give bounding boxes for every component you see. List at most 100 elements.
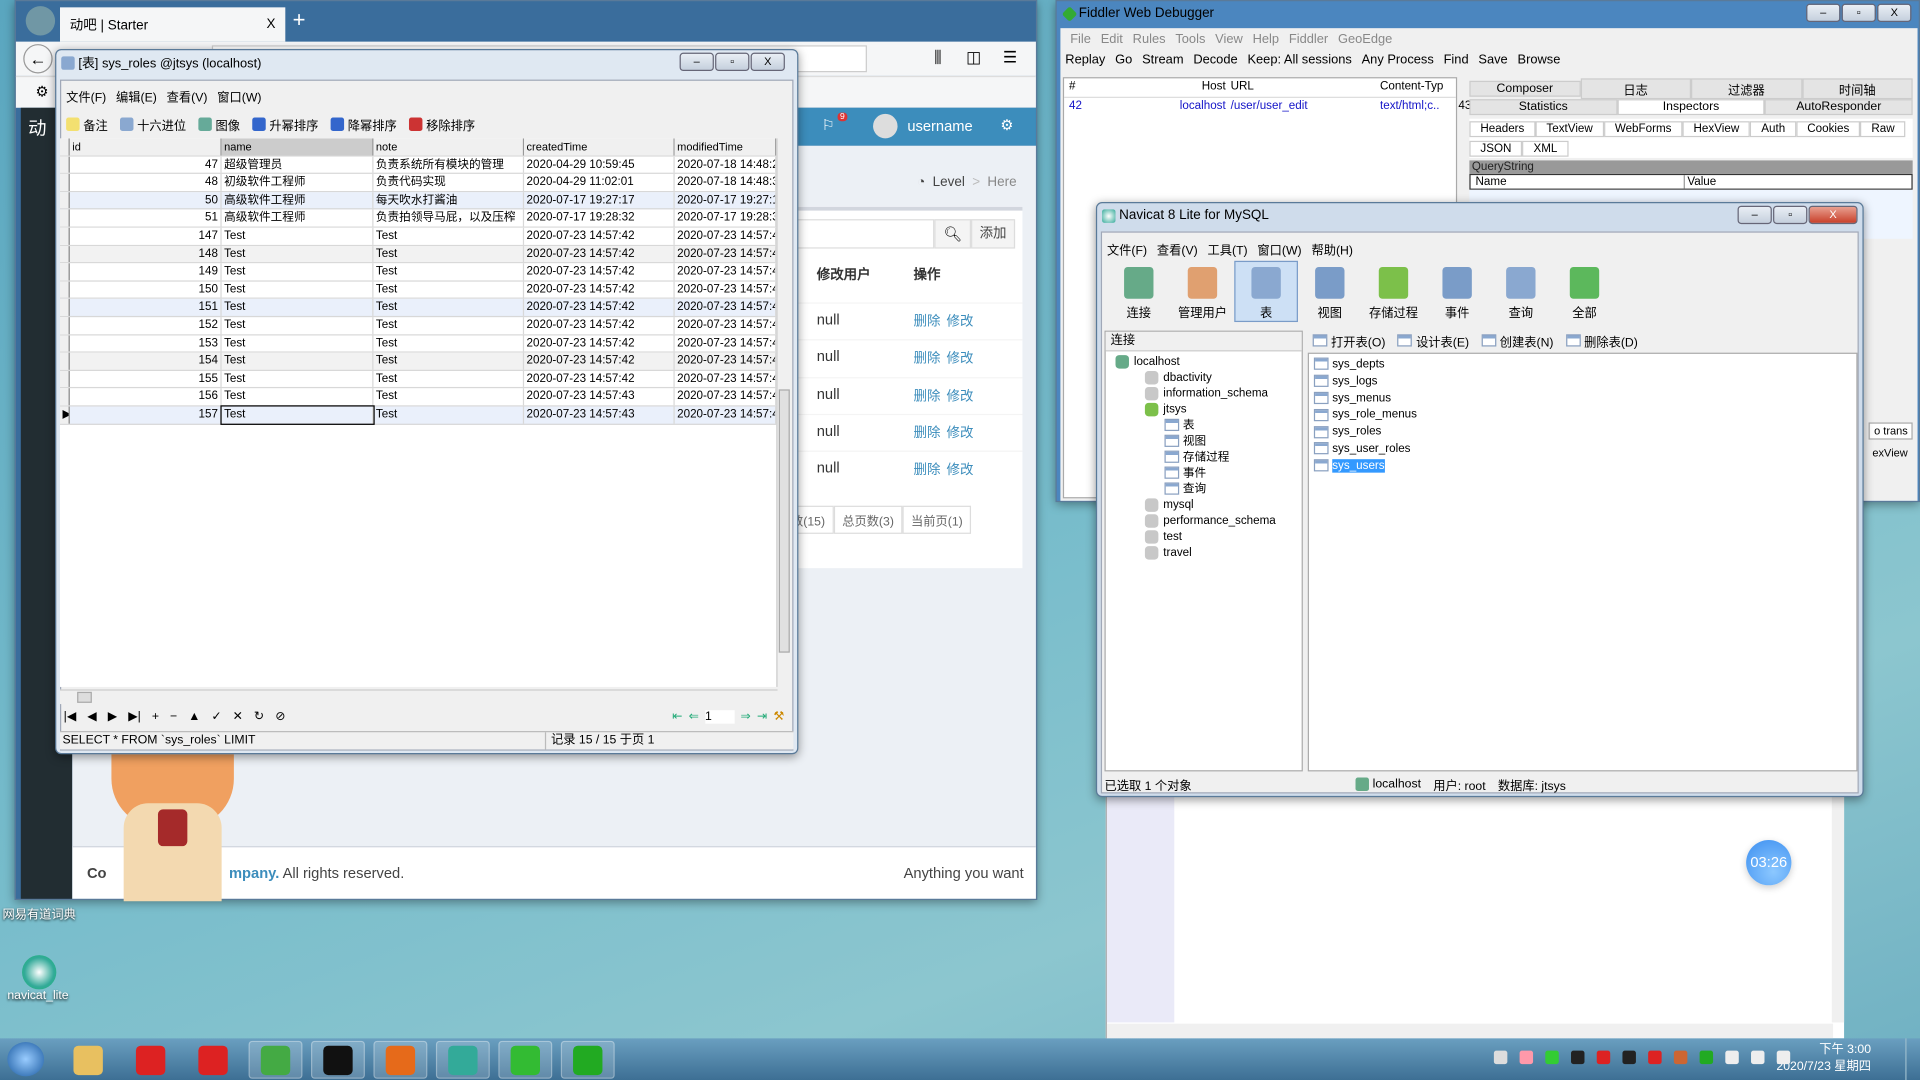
- library-icon[interactable]: ⫼: [934, 48, 941, 68]
- settings-gears-icon[interactable]: ⚙: [1000, 116, 1013, 133]
- tree-object-group[interactable]: 事件: [1116, 465, 1302, 481]
- col-note[interactable]: note: [373, 138, 525, 156]
- cell-note[interactable]: Test: [373, 227, 525, 245]
- back-icon[interactable]: ←: [23, 44, 53, 74]
- table-item[interactable]: sys_user_roles: [1313, 441, 1852, 457]
- toolbar-button[interactable]: 表: [1234, 260, 1298, 323]
- toolbar-button[interactable]: Keep: All sessions: [1247, 53, 1351, 68]
- cell-createdTime[interactable]: 2020-07-23 14:57:42: [524, 299, 675, 316]
- cell-id[interactable]: 154: [70, 352, 222, 370]
- navicat-desktop-icon[interactable]: [22, 955, 57, 990]
- edit-link[interactable]: 修改: [947, 385, 974, 405]
- toolbar-button[interactable]: 图像: [198, 115, 240, 133]
- cell-createdTime[interactable]: 2020-07-23 14:57:42: [524, 352, 675, 370]
- nav-button[interactable]: +: [152, 710, 159, 723]
- cell-modifiedTime[interactable]: 2020-07-23 14:57:4: [675, 245, 777, 263]
- cell-note[interactable]: Test: [373, 281, 525, 298]
- toolbar-button[interactable]: Decode: [1193, 53, 1237, 68]
- edit-link[interactable]: 修改: [947, 459, 974, 479]
- cell-createdTime[interactable]: 2020-07-23 14:57:42: [524, 263, 675, 281]
- nav-button[interactable]: ▲: [188, 710, 200, 723]
- row-indicator[interactable]: [60, 174, 70, 191]
- tree-object-group[interactable]: 查询: [1116, 481, 1302, 497]
- delete-link[interactable]: 删除: [913, 459, 940, 479]
- editor-scrollbar[interactable]: [1831, 789, 1845, 1023]
- tree-database[interactable]: travel: [1116, 545, 1302, 561]
- cell-name[interactable]: 高级软件工程师: [222, 191, 374, 209]
- horizontal-scrollbar[interactable]: [60, 689, 778, 705]
- toolbar-button[interactable]: 全部: [1553, 262, 1617, 321]
- row-indicator[interactable]: [60, 263, 70, 281]
- tray-red-icon[interactable]: [1648, 1050, 1662, 1065]
- nvidia-icon[interactable]: [1699, 1050, 1714, 1065]
- cell-name[interactable]: 初级软件工程师: [222, 174, 374, 191]
- cell-createdTime[interactable]: 2020-07-23 14:57:43: [524, 406, 675, 424]
- tab-hexview[interactable]: HexView: [1682, 120, 1751, 137]
- toolbar-button[interactable]: 降幂排序: [330, 115, 397, 133]
- cell-modifiedTime[interactable]: 2020-07-18 14:48:3: [675, 174, 777, 191]
- tab-composer[interactable]: Composer: [1469, 80, 1581, 97]
- toolbar-button[interactable]: 视图: [1298, 262, 1362, 321]
- toolbar-button[interactable]: Save: [1478, 53, 1507, 68]
- delete-link[interactable]: 删除: [913, 422, 940, 442]
- cell-modifiedTime[interactable]: 2020-07-23 14:57:4: [675, 388, 777, 406]
- table-row[interactable]: 151 Test Test 2020-07-23 14:57:42 2020-07-23…: [60, 299, 777, 318]
- cell-modifiedTime[interactable]: 2020-07-17 19:28:3: [675, 209, 777, 227]
- flag-icon[interactable]: ⚐: [822, 116, 835, 133]
- cell-name[interactable]: Test: [222, 317, 374, 334]
- speaker-icon[interactable]: [1673, 1050, 1688, 1065]
- tree-object-group[interactable]: 表: [1116, 418, 1302, 434]
- taskbar-fiddler[interactable]: [560, 1040, 615, 1079]
- cell-note[interactable]: 负责系统所有模块的管理: [373, 156, 525, 173]
- action-button[interactable]: 设计表(E): [1397, 331, 1469, 350]
- cell-createdTime[interactable]: 2020-07-23 14:57:42: [524, 334, 675, 352]
- first-page-icon[interactable]: ⇤: [672, 710, 682, 723]
- tab-时间轴[interactable]: 时间轴: [1801, 78, 1913, 100]
- tab-xml[interactable]: XML: [1522, 140, 1569, 157]
- col-modifiedTime[interactable]: modifiedTime: [674, 138, 777, 156]
- nav-button[interactable]: ▶: [108, 710, 117, 723]
- table-row[interactable]: 156 Test Test 2020-07-23 14:57:43 2020-07-23…: [60, 388, 777, 407]
- cell-name[interactable]: Test: [222, 388, 374, 406]
- taskbar-youdao[interactable]: [124, 1041, 178, 1079]
- cell-note[interactable]: Test: [373, 299, 525, 316]
- col-name[interactable]: name: [221, 138, 374, 156]
- maximize-button[interactable]: ▫: [715, 52, 750, 72]
- tab-statistics[interactable]: Statistics: [1469, 99, 1618, 116]
- edit-link[interactable]: 修改: [947, 311, 974, 331]
- avatar[interactable]: [873, 113, 898, 139]
- cell-id[interactable]: 48: [70, 174, 222, 191]
- tab-starter[interactable]: 动吧 | Starter X: [60, 7, 286, 42]
- row-indicator[interactable]: [60, 209, 70, 227]
- qs-col-name[interactable]: Name: [1471, 175, 1685, 189]
- tree-object-group[interactable]: 存储过程: [1116, 449, 1302, 465]
- tab-autoresponder[interactable]: AutoResponder: [1764, 99, 1913, 116]
- cell-id[interactable]: 149: [70, 263, 222, 281]
- vertical-scrollbar[interactable]: [776, 138, 792, 687]
- toolbar-button[interactable]: 升幂排序: [252, 115, 318, 133]
- minimize-button[interactable]: –: [679, 52, 714, 72]
- table-row[interactable]: 155 Test Test 2020-07-23 14:57:42 2020-07-23…: [60, 370, 777, 389]
- menu-item[interactable]: 查看(V): [167, 87, 208, 105]
- nav-button[interactable]: ✓: [211, 710, 221, 723]
- sidebar-icon[interactable]: ◫: [966, 48, 981, 68]
- row-indicator[interactable]: [60, 191, 70, 209]
- browser-profile-icon[interactable]: [25, 6, 56, 36]
- row-indicator[interactable]: [60, 334, 70, 352]
- cell-modifiedTime[interactable]: 2020-07-23 14:57:4: [675, 227, 777, 245]
- taskbar-netease-music[interactable]: [186, 1041, 240, 1079]
- cell-id[interactable]: 157: [70, 406, 222, 424]
- delete-link[interactable]: 删除: [913, 385, 940, 405]
- page-total-pages[interactable]: 总页数(3): [833, 505, 903, 534]
- settings-icon[interactable]: ⚙: [36, 83, 49, 100]
- cell-note[interactable]: 每天吹水打酱油: [373, 191, 525, 209]
- row-indicator[interactable]: [60, 156, 70, 173]
- table-item[interactable]: sys_menus: [1313, 390, 1852, 406]
- page-number-input[interactable]: 1: [705, 710, 735, 724]
- cell-createdTime[interactable]: 2020-07-23 14:57:42: [524, 281, 675, 298]
- toolbar-button[interactable]: 备注: [66, 115, 108, 133]
- cell-id[interactable]: 147: [70, 227, 222, 245]
- tab-cookies[interactable]: Cookies: [1796, 120, 1861, 137]
- action-button[interactable]: 删除表(D): [1565, 331, 1638, 350]
- toolbar-button[interactable]: 存储过程: [1362, 262, 1426, 321]
